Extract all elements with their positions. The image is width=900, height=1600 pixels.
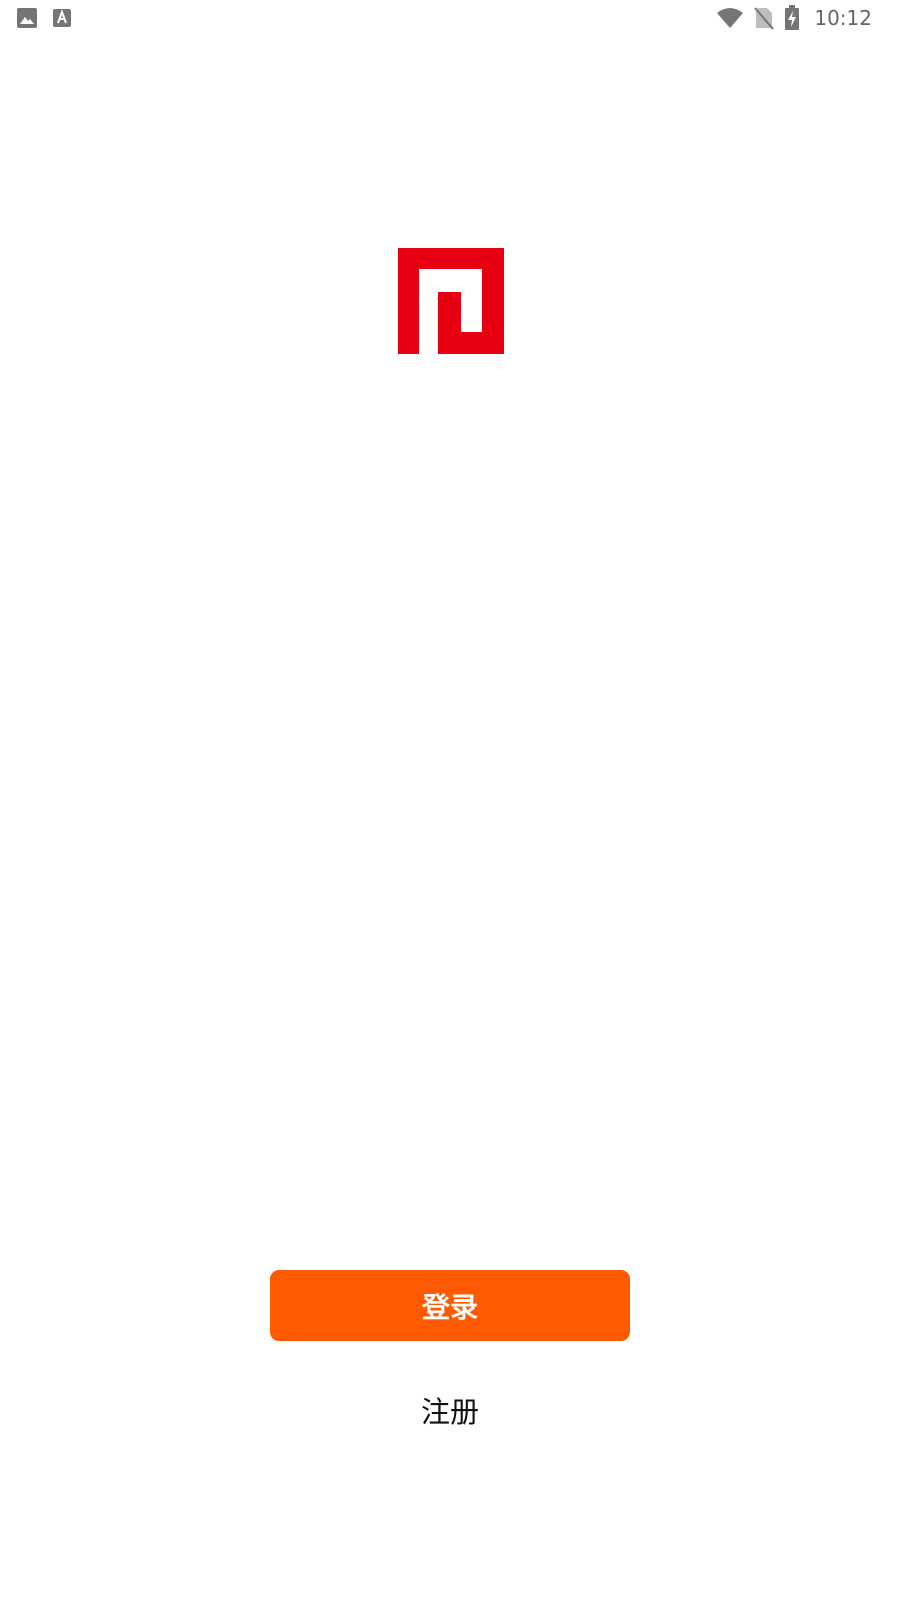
status-bar-system: 10:12 xyxy=(706,5,872,31)
wifi-icon xyxy=(716,7,744,29)
status-bar-notifications xyxy=(16,7,86,29)
gallery-notification-icon xyxy=(16,7,38,29)
login-button[interactable]: 登录 xyxy=(270,1270,630,1341)
font-notification-icon xyxy=(52,8,72,28)
red-square-logo xyxy=(398,248,504,354)
status-clock: 10:12 xyxy=(814,6,872,30)
status-bar: 10:12 xyxy=(0,0,900,36)
register-button[interactable]: 注册 xyxy=(350,1380,550,1440)
login-screen: 10:12 登录 注册 xyxy=(0,0,900,1600)
battery-charging-icon xyxy=(784,5,800,31)
no-sim-icon xyxy=(754,6,775,30)
